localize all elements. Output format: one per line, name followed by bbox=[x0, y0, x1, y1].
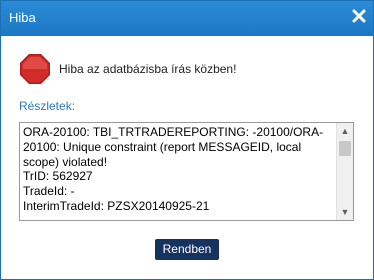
scroll-down-icon[interactable]: ▼ bbox=[337, 204, 353, 220]
details-textarea[interactable]: ORA-20100: TBI_TRTRADEREPORTING: -20100/… bbox=[19, 122, 354, 221]
details-text: ORA-20100: TBI_TRTRADEREPORTING: -20100/… bbox=[23, 125, 324, 213]
details-scrollbar[interactable]: ▲ ▼ bbox=[336, 123, 353, 220]
dialog-titlebar: Hiba bbox=[1, 1, 373, 36]
scroll-up-icon[interactable]: ▲ bbox=[337, 123, 353, 139]
details-label: Részletek: bbox=[19, 99, 76, 113]
close-icon[interactable] bbox=[352, 9, 366, 23]
ok-button[interactable]: Rendben bbox=[155, 239, 219, 260]
error-message: Hiba az adatbázisba írás közben! bbox=[59, 62, 237, 76]
stop-icon bbox=[19, 53, 51, 85]
error-dialog: Hiba Hiba az adatbázisba írás közben! Ré… bbox=[0, 0, 374, 280]
dialog-title: Hiba bbox=[9, 10, 36, 25]
scroll-thumb[interactable] bbox=[339, 141, 351, 156]
